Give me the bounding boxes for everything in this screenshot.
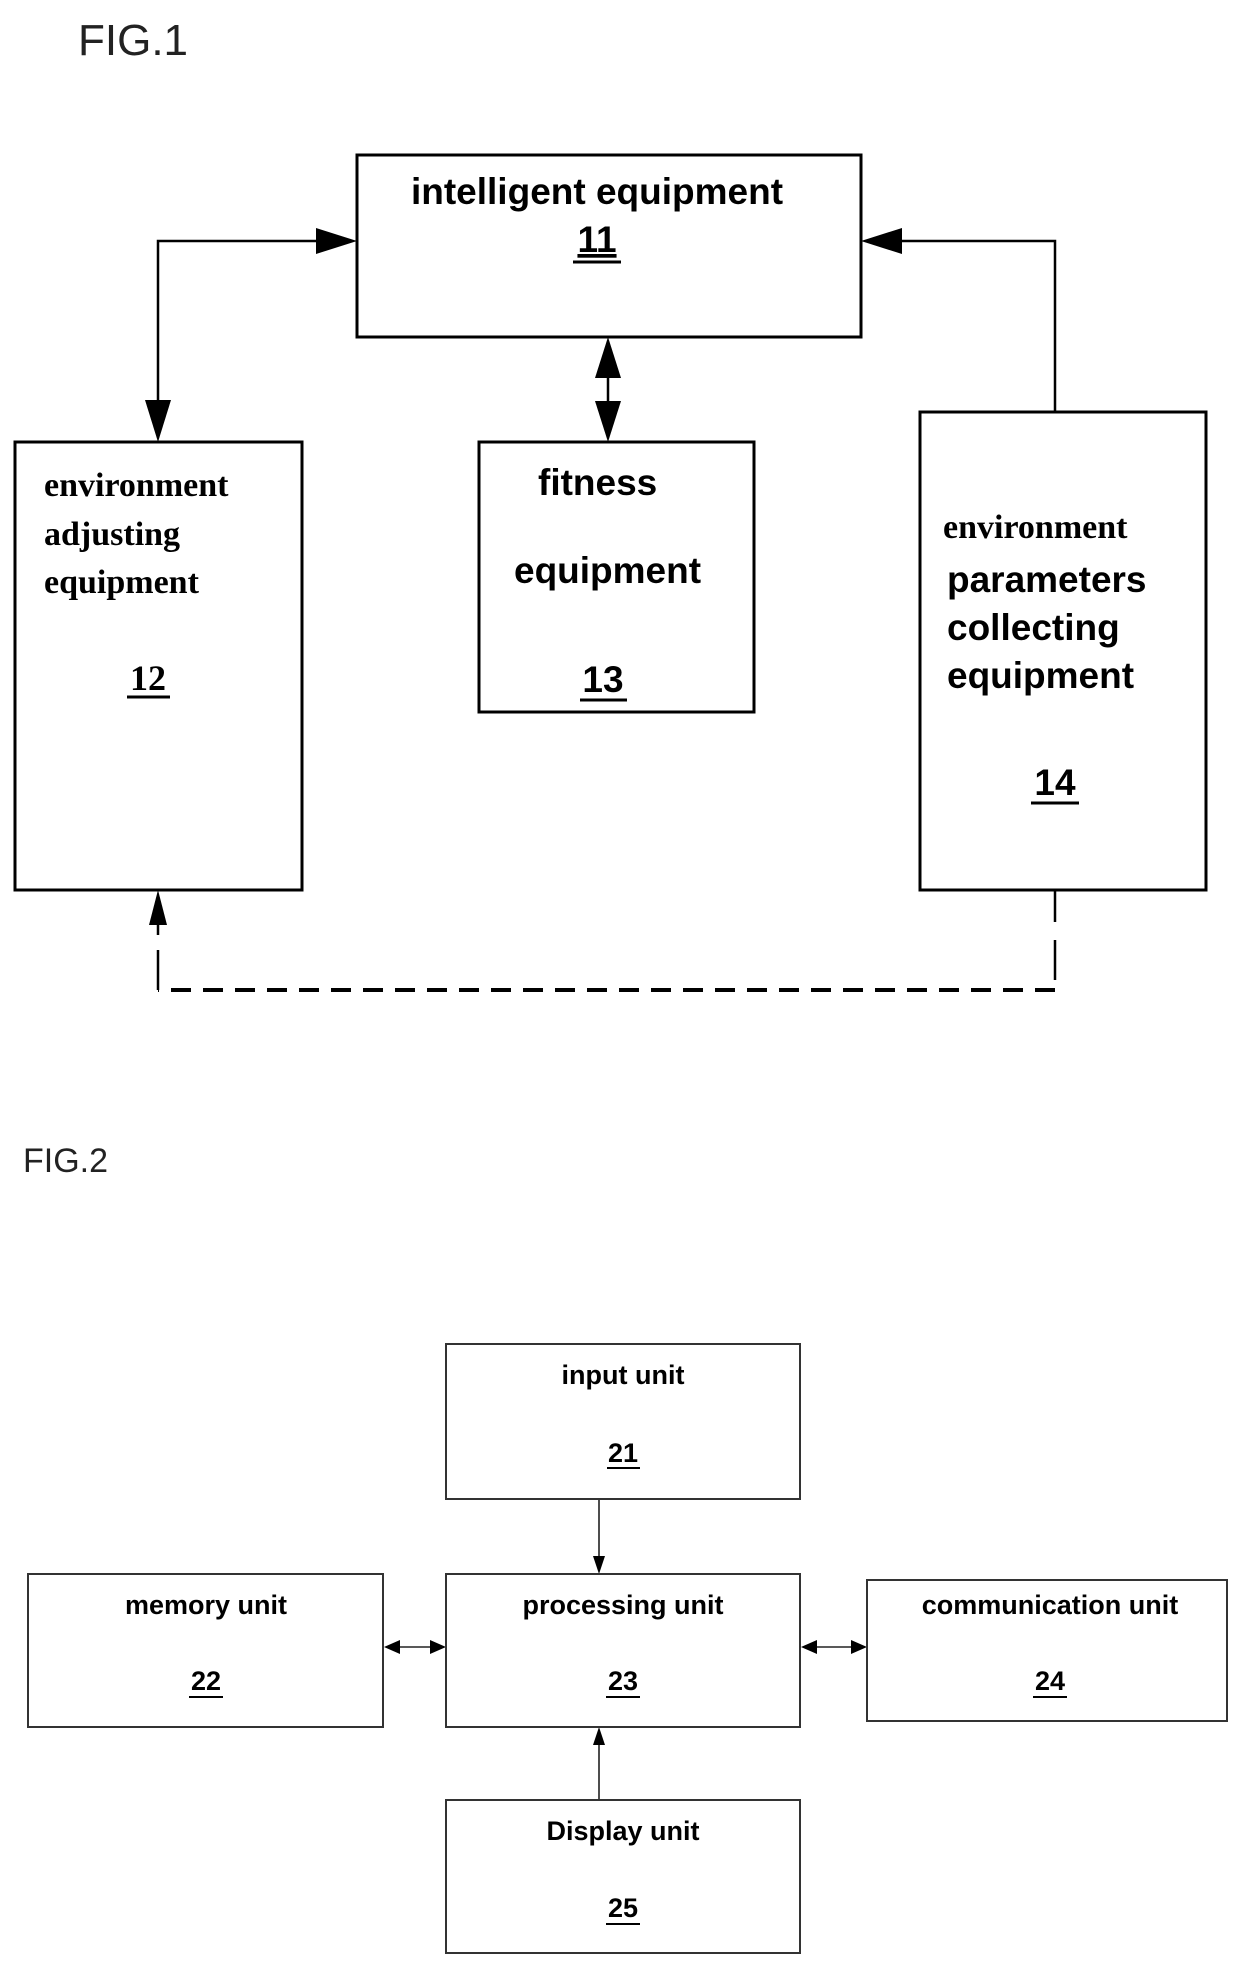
block-label-line: collecting — [947, 607, 1120, 648]
arrowhead-down-icon — [593, 1556, 605, 1574]
block-intelligent-equipment: intelligent equipment 11 — [355, 153, 863, 339]
block-label-line: fitness — [538, 462, 657, 503]
fig2-connector-21-23 — [593, 1499, 605, 1574]
reference-numeral: 23 — [608, 1666, 638, 1696]
arrowhead-down-icon — [595, 401, 621, 442]
arrowhead-up-icon — [149, 890, 167, 925]
arrowhead-right-icon — [316, 228, 357, 254]
block-label: Display unit — [546, 1816, 699, 1846]
reference-numeral: 21 — [608, 1438, 638, 1468]
fig2-connector-25-23 — [593, 1727, 605, 1800]
block-label-line: equipment — [44, 564, 200, 601]
reference-numeral: 14 — [1034, 762, 1076, 803]
fig1-connector-14-12-dashed — [149, 890, 1057, 992]
reference-numeral: 12 — [130, 658, 166, 698]
arrowhead-down-icon — [145, 400, 171, 442]
block-communication-unit: communication unit 24 — [866, 1579, 1228, 1722]
patent-figures: FIG.1 intelligent equipment 11 environme… — [13, 16, 1228, 1954]
fig2-title: FIG.2 — [23, 1142, 108, 1180]
block-memory-unit: memory unit 22 — [27, 1573, 384, 1728]
block-label-line: environment — [943, 509, 1128, 546]
reference-numeral: 13 — [582, 659, 623, 700]
block-input-unit: input unit 21 — [445, 1343, 801, 1500]
block-label: memory unit — [125, 1590, 287, 1620]
block-label: input unit — [562, 1360, 685, 1390]
block-processing-unit: processing unit 23 — [445, 1573, 801, 1728]
fig1-connector-14-11 — [861, 228, 1057, 412]
block-label: processing unit — [522, 1590, 723, 1620]
arrowhead-right-icon — [430, 1640, 446, 1654]
arrowhead-left-icon — [384, 1640, 400, 1654]
fig1-title: FIG.1 — [78, 16, 188, 65]
block-fitness-equipment: fitness equipment 13 — [477, 440, 756, 714]
fig1-connector-11-13 — [595, 337, 621, 442]
arrowhead-right-icon — [851, 1640, 867, 1654]
fig2-connector-23-24 — [801, 1640, 867, 1654]
block-label: communication unit — [922, 1590, 1179, 1620]
block-label: intelligent equipment — [411, 171, 783, 212]
reference-numeral: 22 — [191, 1666, 221, 1696]
block-label-line: parameters — [947, 559, 1147, 600]
reference-numeral: 25 — [608, 1893, 638, 1923]
block-label-line: equipment — [514, 550, 701, 591]
block-label-line: adjusting — [44, 516, 180, 553]
reference-numeral: 24 — [1035, 1666, 1065, 1696]
block-label-line: equipment — [947, 655, 1134, 696]
fig2-connector-22-23 — [384, 1640, 446, 1654]
block-display-unit: Display unit 25 — [445, 1799, 801, 1954]
block-environment-parameters-collecting-equipment: environment parameters collecting equipm… — [918, 410, 1208, 892]
block-label-line: environment — [44, 467, 229, 504]
arrowhead-up-icon — [593, 1727, 605, 1745]
arrowhead-left-icon — [861, 228, 902, 254]
block-environment-adjusting-equipment: environment adjusting equipment 12 — [13, 440, 304, 892]
reference-numeral: 11 — [577, 219, 616, 260]
fig1-connector-11-12 — [145, 228, 357, 442]
arrowhead-left-icon — [801, 1640, 817, 1654]
arrowhead-up-icon — [595, 337, 621, 378]
